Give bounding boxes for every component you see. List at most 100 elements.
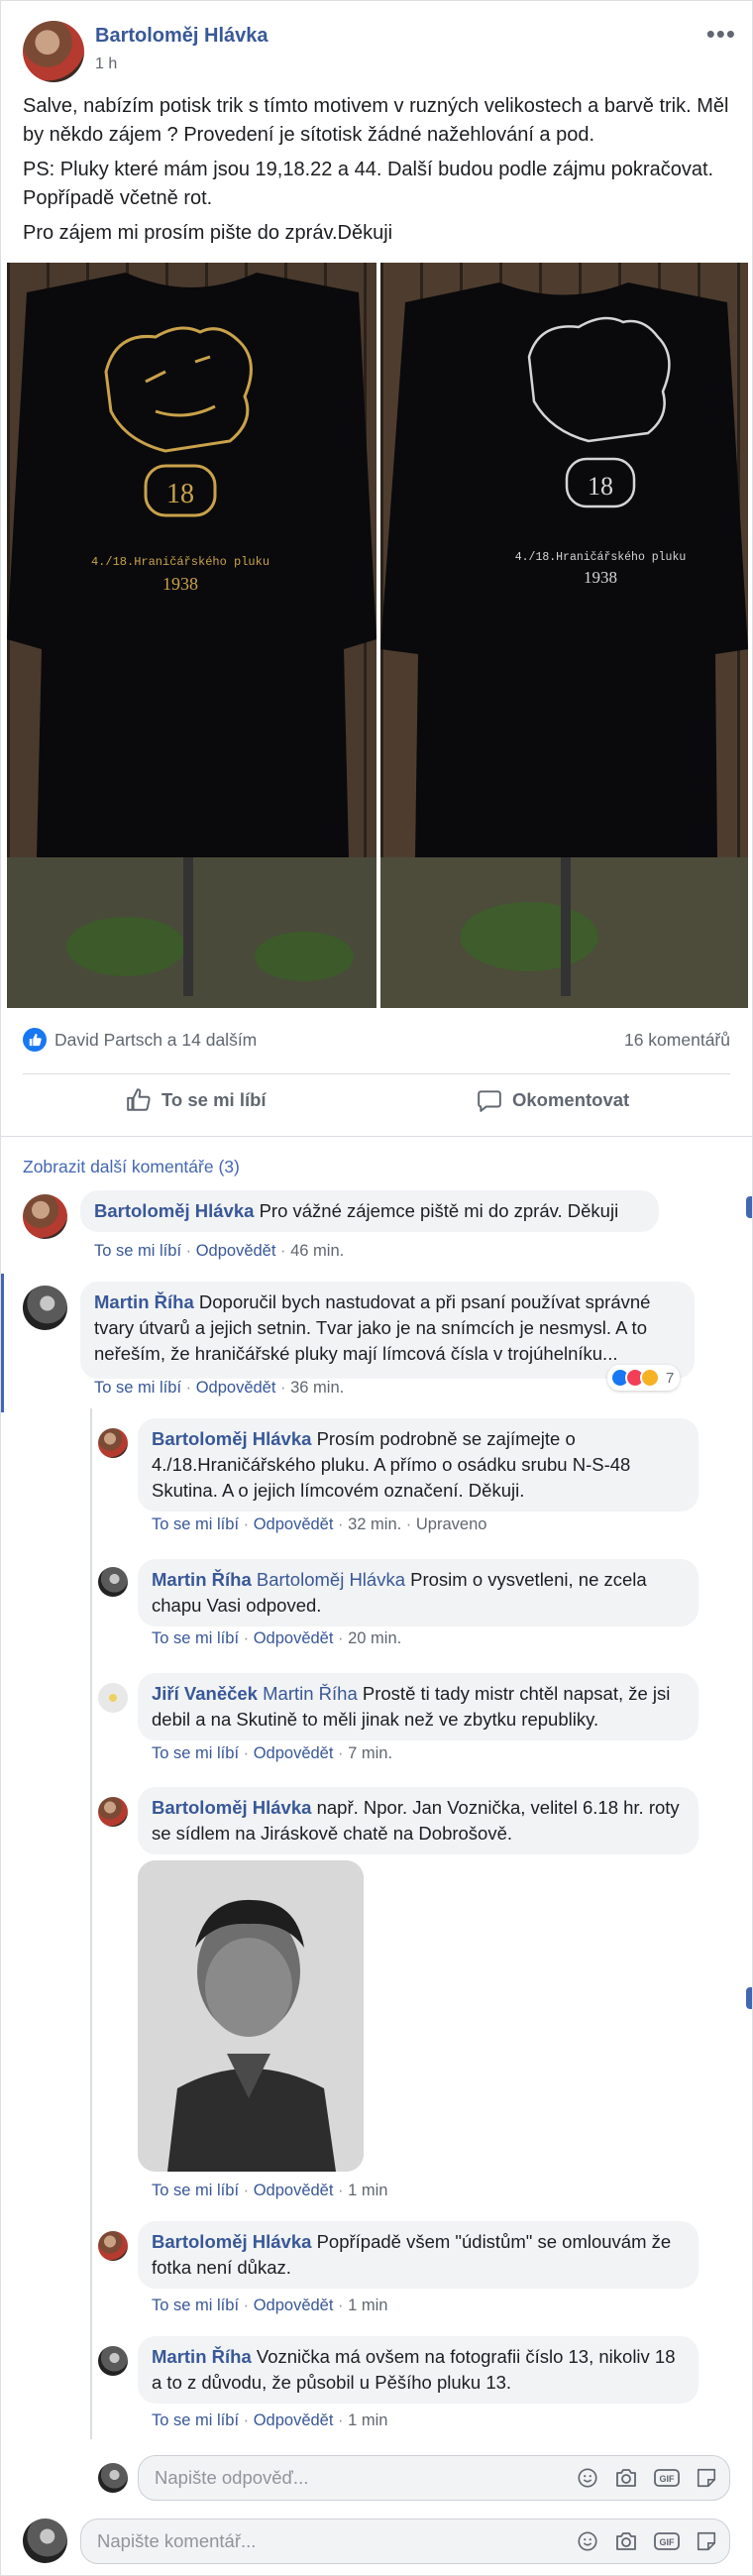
print-caption-2: 4./18.Hraničářského pluku xyxy=(515,551,687,564)
reply-reply-link[interactable]: Odpovědět xyxy=(254,1629,334,1647)
sticker-icon[interactable] xyxy=(696,2467,717,2489)
reply-photo[interactable] xyxy=(138,1860,364,2172)
reply-avatar[interactable] xyxy=(98,2231,128,2261)
comment-avatar[interactable] xyxy=(23,1286,67,1330)
comment-button[interactable]: Okomentovat xyxy=(477,1087,629,1113)
reply-avatar[interactable] xyxy=(98,2346,128,2376)
gif-icon[interactable]: GIF xyxy=(654,2468,680,2488)
reply-input-avatar xyxy=(98,2463,128,2493)
reply-mention[interactable]: Martin Říha xyxy=(263,1683,358,1704)
post-text-3: Pro zájem mi prosím pište do zpráv.Děkuj… xyxy=(23,222,393,244)
comment-author[interactable]: Bartoloměj Hlávka xyxy=(94,1200,254,1221)
gif-icon[interactable]: GIF xyxy=(654,2531,680,2551)
comment-input-tools: GIF xyxy=(577,2520,717,2563)
camera-icon[interactable] xyxy=(614,2530,638,2552)
comment-actions: To se mi líbí · Odpovědět · 36 min. xyxy=(94,1379,345,1397)
post-author-name[interactable]: Bartoloměj Hlávka xyxy=(95,25,269,48)
comment-avatar[interactable] xyxy=(23,1194,67,1239)
reply-avatar[interactable] xyxy=(98,1797,128,1827)
divider xyxy=(23,1073,730,1074)
comment-time[interactable]: 46 min. xyxy=(290,1242,344,1260)
reaction-count: 7 xyxy=(666,1369,675,1387)
reply-avatar[interactable] xyxy=(98,1428,128,1458)
likes-summary[interactable]: David Partsch a 14 dalším xyxy=(23,1028,257,1052)
reply-like-link[interactable]: To se mi líbí xyxy=(152,1629,239,1647)
post-time[interactable]: 1 h xyxy=(95,56,117,73)
emoji-icon[interactable] xyxy=(577,2530,598,2552)
comments-count[interactable]: 16 komentářů xyxy=(624,1030,730,1051)
reply-author[interactable]: Martin Říha xyxy=(152,2346,252,2367)
comment-actions: To se mi líbí · Odpovědět · 46 min. xyxy=(94,1242,345,1260)
reply-input-tools: GIF xyxy=(577,2456,717,2500)
post-photo-1[interactable]: 18 4./18.Hraničářského pluku 1938 xyxy=(7,263,376,1008)
print-number-1: 18 xyxy=(166,479,194,509)
scroll-indicator xyxy=(746,1987,752,2009)
comment-reply-link[interactable]: Odpovědět xyxy=(196,1379,276,1397)
reply-time[interactable]: 7 min. xyxy=(348,1744,392,1762)
comment-author[interactable]: Martin Říha xyxy=(94,1291,194,1312)
reply-avatar[interactable] xyxy=(98,1567,128,1597)
reply-actions: To se mi líbí · Odpovědět · 1 min xyxy=(152,2182,388,2199)
likes-text: David Partsch a 14 dalším xyxy=(54,1029,258,1050)
reply-like-link[interactable]: To se mi líbí xyxy=(152,2296,239,2314)
reply-like-link[interactable]: To se mi líbí xyxy=(152,2411,239,2429)
reply-actions: To se mi líbí · Odpovědět · 1 min xyxy=(152,2411,388,2429)
print-number-2: 18 xyxy=(588,472,613,501)
like-button[interactable]: To se mi líbí xyxy=(126,1087,267,1113)
comment-button-label: Okomentovat xyxy=(512,1089,630,1110)
print-year-1: 1938 xyxy=(162,574,198,594)
reply-author[interactable]: Bartoloměj Hlávka xyxy=(152,1428,311,1449)
reply-author[interactable]: Bartoloměj Hlávka xyxy=(152,1797,311,1818)
reply-like-link[interactable]: To se mi líbí xyxy=(152,2182,239,2199)
post-text-2: PS: Pluky které mám jsou 19,18.22 a 44. … xyxy=(23,159,714,209)
comment-bubble: Martin Říha Doporučil bych nastudovat a … xyxy=(80,1282,695,1379)
view-more-comments[interactable]: Zobrazit další komentáře (3) xyxy=(23,1157,240,1177)
reply-bubble: Martin Říha Voznička má ovšem na fotogra… xyxy=(138,2336,699,2404)
reply-bubble: Bartoloměj Hlávka např. Npor. Jan Voznič… xyxy=(138,1787,699,1854)
reply-time[interactable]: 32 min. xyxy=(348,1515,401,1533)
more-options-icon[interactable]: ••• xyxy=(706,19,736,50)
reply-mention[interactable]: Bartoloměj Hlávka xyxy=(257,1569,405,1590)
reply-author[interactable]: Bartoloměj Hlávka xyxy=(152,2231,311,2252)
comment-reply-link[interactable]: Odpovědět xyxy=(196,1242,276,1260)
reply-reply-link[interactable]: Odpovědět xyxy=(254,2182,334,2199)
comment-reactions[interactable]: 7 xyxy=(607,1365,681,1391)
thread-indicator xyxy=(1,1274,4,1412)
reply-reply-link[interactable]: Odpovědět xyxy=(254,2296,334,2314)
reply-time[interactable]: 1 min xyxy=(348,2411,387,2429)
reply-time[interactable]: 1 min xyxy=(348,2182,387,2199)
reply-actions: To se mi líbí · Odpovědět · 32 min. · Up… xyxy=(152,1515,487,1533)
print-year-2: 1938 xyxy=(584,568,617,587)
reply-bubble: Martin Říha Bartoloměj Hlávka Prosim o v… xyxy=(138,1559,699,1626)
reply-avatar[interactable] xyxy=(98,1683,128,1713)
reply-time[interactable]: 1 min xyxy=(348,2296,387,2314)
thumb-up-icon xyxy=(127,1088,151,1111)
reply-bubble: Bartoloměj Hlávka Popřípadě všem "údistů… xyxy=(138,2221,699,2289)
reply-edited[interactable]: Upraveno xyxy=(416,1515,487,1533)
post-text-1: Salve, nabízím potisk trik s tímto motiv… xyxy=(23,95,729,146)
reply-time[interactable]: 20 min. xyxy=(348,1629,401,1647)
reply-reply-link[interactable]: Odpovědět xyxy=(254,1744,334,1762)
reply-author[interactable]: Martin Říha xyxy=(152,1569,252,1590)
comment-time[interactable]: 36 min. xyxy=(290,1379,344,1397)
reply-actions: To se mi líbí · Odpovědět · 7 min. xyxy=(152,1744,393,1762)
camera-icon[interactable] xyxy=(614,2467,638,2489)
replies-line xyxy=(90,1408,92,2439)
reply-reply-link[interactable]: Odpovědět xyxy=(254,1515,334,1533)
post-author-avatar[interactable] xyxy=(23,21,84,82)
reply-input[interactable]: Napište odpověď... GIF xyxy=(138,2455,730,2501)
reply-input-placeholder: Napište odpověď... xyxy=(155,2467,309,2488)
scroll-indicator xyxy=(746,1196,752,1218)
post-photo-2[interactable]: 18 4./18.Hraničářského pluku 1938 xyxy=(380,263,748,1008)
comment-like-link[interactable]: To se mi líbí xyxy=(94,1242,181,1260)
comment-input-avatar xyxy=(23,2519,67,2563)
sticker-icon[interactable] xyxy=(696,2530,717,2552)
reply-like-link[interactable]: To se mi líbí xyxy=(152,1515,239,1533)
haha-reaction-icon xyxy=(640,1368,660,1388)
reply-like-link[interactable]: To se mi líbí xyxy=(152,1744,239,1762)
reply-author[interactable]: Jiří Vaněček xyxy=(152,1683,258,1704)
comment-input[interactable]: Napište komentář... GIF xyxy=(80,2519,730,2564)
comment-like-link[interactable]: To se mi líbí xyxy=(94,1379,181,1397)
emoji-icon[interactable] xyxy=(577,2467,598,2489)
reply-reply-link[interactable]: Odpovědět xyxy=(254,2411,334,2429)
